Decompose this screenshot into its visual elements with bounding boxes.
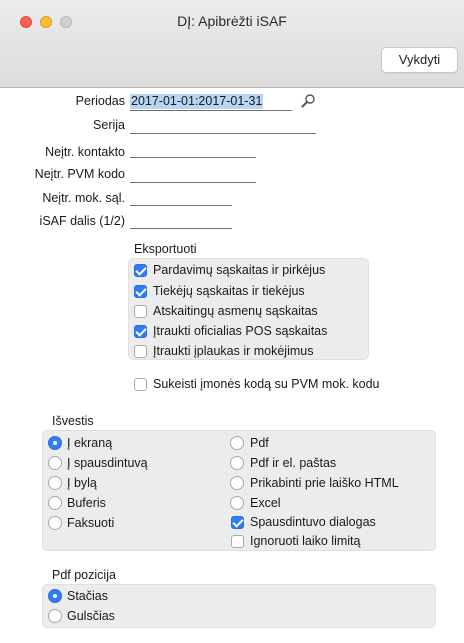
pvm-field[interactable] — [130, 182, 256, 183]
export-payments-checkbox[interactable] — [134, 345, 147, 358]
pvm-label: Neįtr. PVM kodo — [34, 167, 125, 181]
output-file-radio[interactable] — [48, 476, 62, 490]
periodas-label: Periodas — [75, 94, 125, 108]
eksportuoti-title: Eksportuoti — [134, 242, 197, 256]
export-suppliers-checkbox[interactable] — [134, 285, 147, 298]
output-file-label: Į bylą — [67, 476, 97, 490]
export-pos-label: Įtraukti oficialias POS sąskaitas — [153, 324, 328, 338]
output-printer-radio[interactable] — [48, 456, 62, 470]
window: DĮ: Apibrėžti iSAF Vykdyti Periodas 2017… — [0, 0, 464, 643]
output-clipboard-radio[interactable] — [48, 496, 62, 510]
output-excel-radio[interactable] — [230, 496, 244, 510]
swap-codes-checkbox[interactable] — [134, 378, 147, 391]
serija-field[interactable] — [130, 133, 316, 134]
export-accountable-label: Atskaitingų asmenų sąskaitas — [153, 304, 318, 318]
isvestis-title: Išvestis — [52, 414, 94, 428]
pdf-portrait-radio[interactable] — [48, 589, 62, 603]
periodas-field[interactable]: 2017-01-01:2017-01-31 — [130, 94, 264, 109]
ignore-timeout-label: Ignoruoti laiko limitą — [250, 534, 361, 548]
pdf-landscape-radio[interactable] — [48, 609, 62, 623]
output-html-label: Prikabinti prie laiško HTML — [250, 476, 399, 490]
dalis-label: iSAF dalis (1/2) — [39, 214, 125, 228]
output-fax-label: Faksuoti — [67, 516, 115, 530]
pdf-portrait-label: Stačias — [67, 589, 108, 603]
run-button[interactable]: Vykdyti — [381, 47, 458, 73]
serija-label: Serija — [93, 118, 125, 132]
kontakto-label: Neįtr. kontakto — [45, 145, 125, 159]
printer-dialog-checkbox[interactable] — [231, 516, 244, 529]
periodas-underline — [130, 110, 292, 111]
output-pdf-label: Pdf — [250, 436, 269, 450]
export-payments-label: Įtraukti įplaukas ir mokėjimus — [153, 344, 314, 358]
output-printer-label: Į spausdintuvą — [67, 456, 148, 470]
output-screen-label: Į ekraną — [67, 436, 113, 450]
output-pdf-email-label: Pdf ir el. paštas — [250, 456, 337, 470]
pdf-landscape-label: Gulsčias — [67, 609, 115, 623]
kontakto-field[interactable] — [130, 157, 256, 158]
export-suppliers-label: Tiekėjų sąskaitas ir tiekėjus — [153, 284, 305, 298]
search-icon[interactable] — [300, 93, 316, 109]
printer-dialog-label: Spausdintuvo dialogas — [250, 515, 376, 529]
output-html-radio[interactable] — [230, 476, 244, 490]
dalis-field[interactable] — [130, 228, 232, 229]
output-excel-label: Excel — [250, 496, 281, 510]
export-sales-label: Pardavimų sąskaitas ir pirkėjus — [153, 263, 326, 277]
output-pdf-email-radio[interactable] — [230, 456, 244, 470]
output-fax-radio[interactable] — [48, 516, 62, 530]
ignore-timeout-checkbox[interactable] — [231, 535, 244, 548]
output-screen-radio[interactable] — [48, 436, 62, 450]
output-clipboard-label: Buferis — [67, 496, 106, 510]
title-bar: DĮ: Apibrėžti iSAF Vykdyti — [0, 0, 464, 88]
export-pos-checkbox[interactable] — [134, 325, 147, 338]
export-sales-checkbox[interactable] — [134, 264, 147, 277]
pdf-position-title: Pdf pozicija — [52, 568, 116, 582]
output-pdf-radio[interactable] — [230, 436, 244, 450]
mok-label: Neįtr. mok. sąl. — [42, 191, 125, 205]
export-accountable-checkbox[interactable] — [134, 305, 147, 318]
mok-field[interactable] — [130, 205, 232, 206]
swap-codes-label: Sukeisti įmonės kodą su PVM mok. kodu — [153, 377, 380, 391]
window-title: DĮ: Apibrėžti iSAF — [177, 13, 287, 29]
